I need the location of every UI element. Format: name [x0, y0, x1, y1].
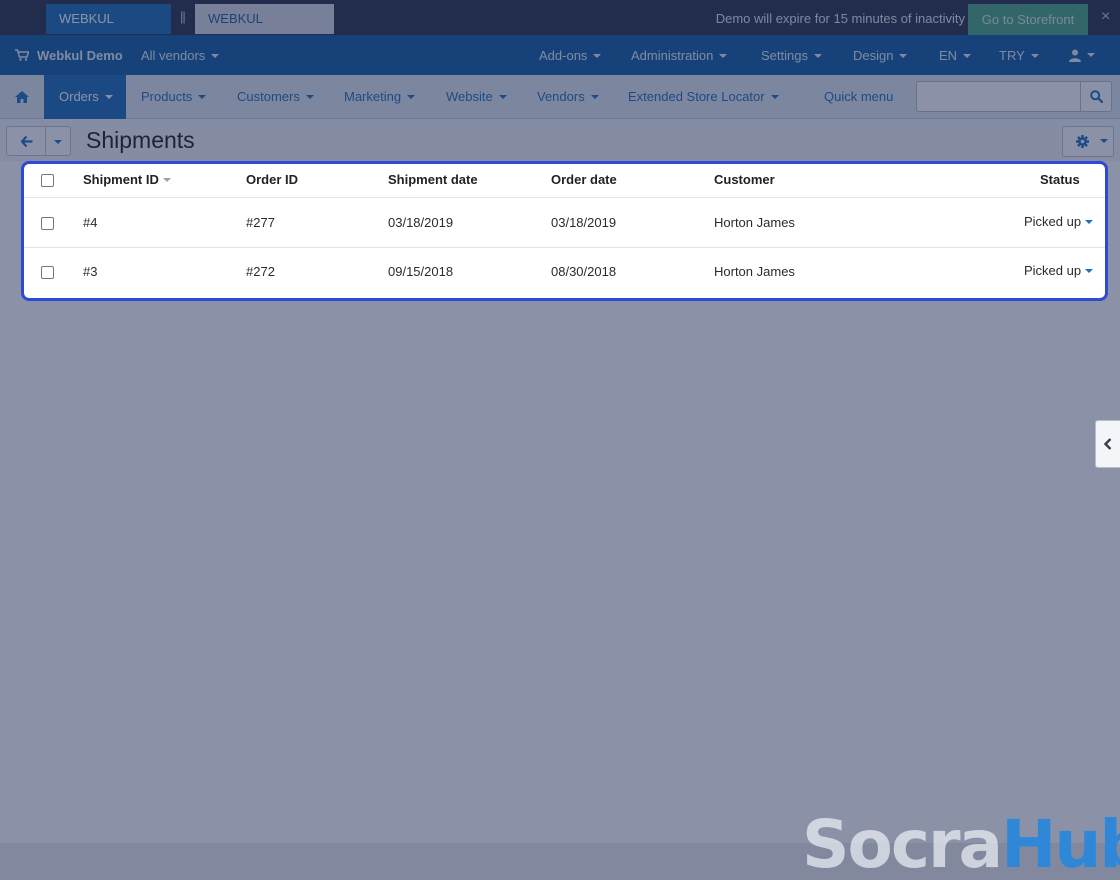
menu-marketing[interactable]: Marketing	[344, 75, 416, 119]
go-to-storefront-button[interactable]: Go to Storefront	[968, 4, 1088, 35]
chevron-down-icon	[54, 139, 62, 144]
gear-icon	[1076, 135, 1089, 148]
demo-expiry-notice: Demo will expire for 15 minutes of inact…	[715, 11, 965, 26]
menu-orders-label: Orders	[59, 89, 99, 104]
menu-website-label: Website	[446, 89, 493, 104]
cart-icon	[15, 49, 29, 61]
chevron-down-icon	[198, 94, 207, 99]
sidebar-toggle-tab[interactable]	[1095, 420, 1120, 468]
webkul-addon-button[interactable]: WEBKUL ADDON	[46, 4, 171, 56]
chevron-down-icon	[1030, 53, 1039, 58]
page-header: Shipments	[0, 119, 1120, 161]
chevron-down-icon	[590, 94, 599, 99]
menu-customers-label: Customers	[237, 89, 300, 104]
history-dropdown-button[interactable]	[45, 126, 71, 156]
arrow-left-icon	[21, 136, 33, 147]
menu-store-locator[interactable]: Extended Store Locator	[628, 75, 779, 119]
store-brand-link[interactable]: Webkul Demo	[37, 48, 123, 63]
chevron-down-icon	[407, 94, 416, 99]
menu-marketing-label: Marketing	[344, 89, 402, 104]
menu-products[interactable]: Products	[141, 75, 207, 119]
chevron-down-icon	[813, 53, 822, 58]
main-menu: Orders Products Customers Marketing Webs…	[0, 75, 1120, 119]
vendor-selector[interactable]: All vendors	[141, 48, 220, 63]
chevron-down-icon	[104, 94, 113, 99]
user-menu[interactable]	[1069, 47, 1095, 63]
settings-menu-label: Settings	[761, 48, 808, 63]
addons-menu[interactable]: Add-ons	[539, 48, 602, 63]
addons-menu-label: Add-ons	[539, 48, 588, 63]
menu-vendors[interactable]: Vendors	[537, 75, 599, 119]
language-menu[interactable]: EN	[939, 48, 972, 63]
chevron-down-icon	[719, 53, 728, 58]
vendor-selector-label: All vendors	[141, 48, 206, 63]
webkul-support-button[interactable]: WEBKUL SUPPORT	[195, 4, 334, 56]
chevron-down-icon	[770, 94, 779, 99]
menu-store-locator-label: Extended Store Locator	[628, 89, 765, 104]
menu-orders[interactable]: Orders	[44, 75, 126, 119]
currency-menu-label: TRY	[999, 48, 1025, 63]
chevron-down-icon	[593, 53, 602, 58]
settings-menu[interactable]: Settings	[761, 48, 822, 63]
top-navigation: Webkul Demo All vendors Add-ons Administ…	[0, 35, 1120, 75]
content-area	[0, 161, 1120, 880]
chevron-down-icon	[498, 94, 507, 99]
administration-menu[interactable]: Administration	[631, 48, 728, 63]
search-icon	[1090, 90, 1103, 103]
search-input[interactable]	[916, 81, 1081, 112]
page-title: Shipments	[86, 127, 195, 153]
home-button[interactable]	[0, 75, 44, 119]
chevron-down-icon	[1087, 52, 1095, 57]
demo-bar: WEBKUL ADDON || WEBKUL SUPPORT Demo will…	[0, 0, 1120, 56]
menu-website[interactable]: Website	[446, 75, 507, 119]
chevron-left-icon	[1104, 438, 1112, 450]
user-icon	[1069, 49, 1081, 63]
currency-menu[interactable]: TRY	[999, 48, 1039, 63]
demo-separator: ||	[180, 9, 186, 24]
search-button[interactable]	[1080, 81, 1112, 112]
chevron-down-icon	[899, 53, 908, 58]
language-menu-label: EN	[939, 48, 958, 63]
chevron-down-icon	[963, 53, 972, 58]
chevron-down-icon	[305, 94, 314, 99]
menu-customers[interactable]: Customers	[237, 75, 314, 119]
menu-vendors-label: Vendors	[537, 89, 585, 104]
quick-menu-link[interactable]: Quick menu	[824, 75, 893, 119]
close-icon[interactable]: ×	[1101, 8, 1110, 26]
design-menu-label: Design	[853, 48, 894, 63]
design-menu[interactable]: Design	[853, 48, 908, 63]
chevron-down-icon	[211, 53, 220, 58]
back-button[interactable]	[6, 126, 46, 156]
chevron-down-icon	[1100, 139, 1108, 143]
menu-products-label: Products	[141, 89, 193, 104]
administration-menu-label: Administration	[631, 48, 714, 63]
home-icon	[15, 91, 29, 103]
footer-strip	[0, 843, 1120, 880]
settings-gear-button[interactable]	[1062, 126, 1114, 157]
